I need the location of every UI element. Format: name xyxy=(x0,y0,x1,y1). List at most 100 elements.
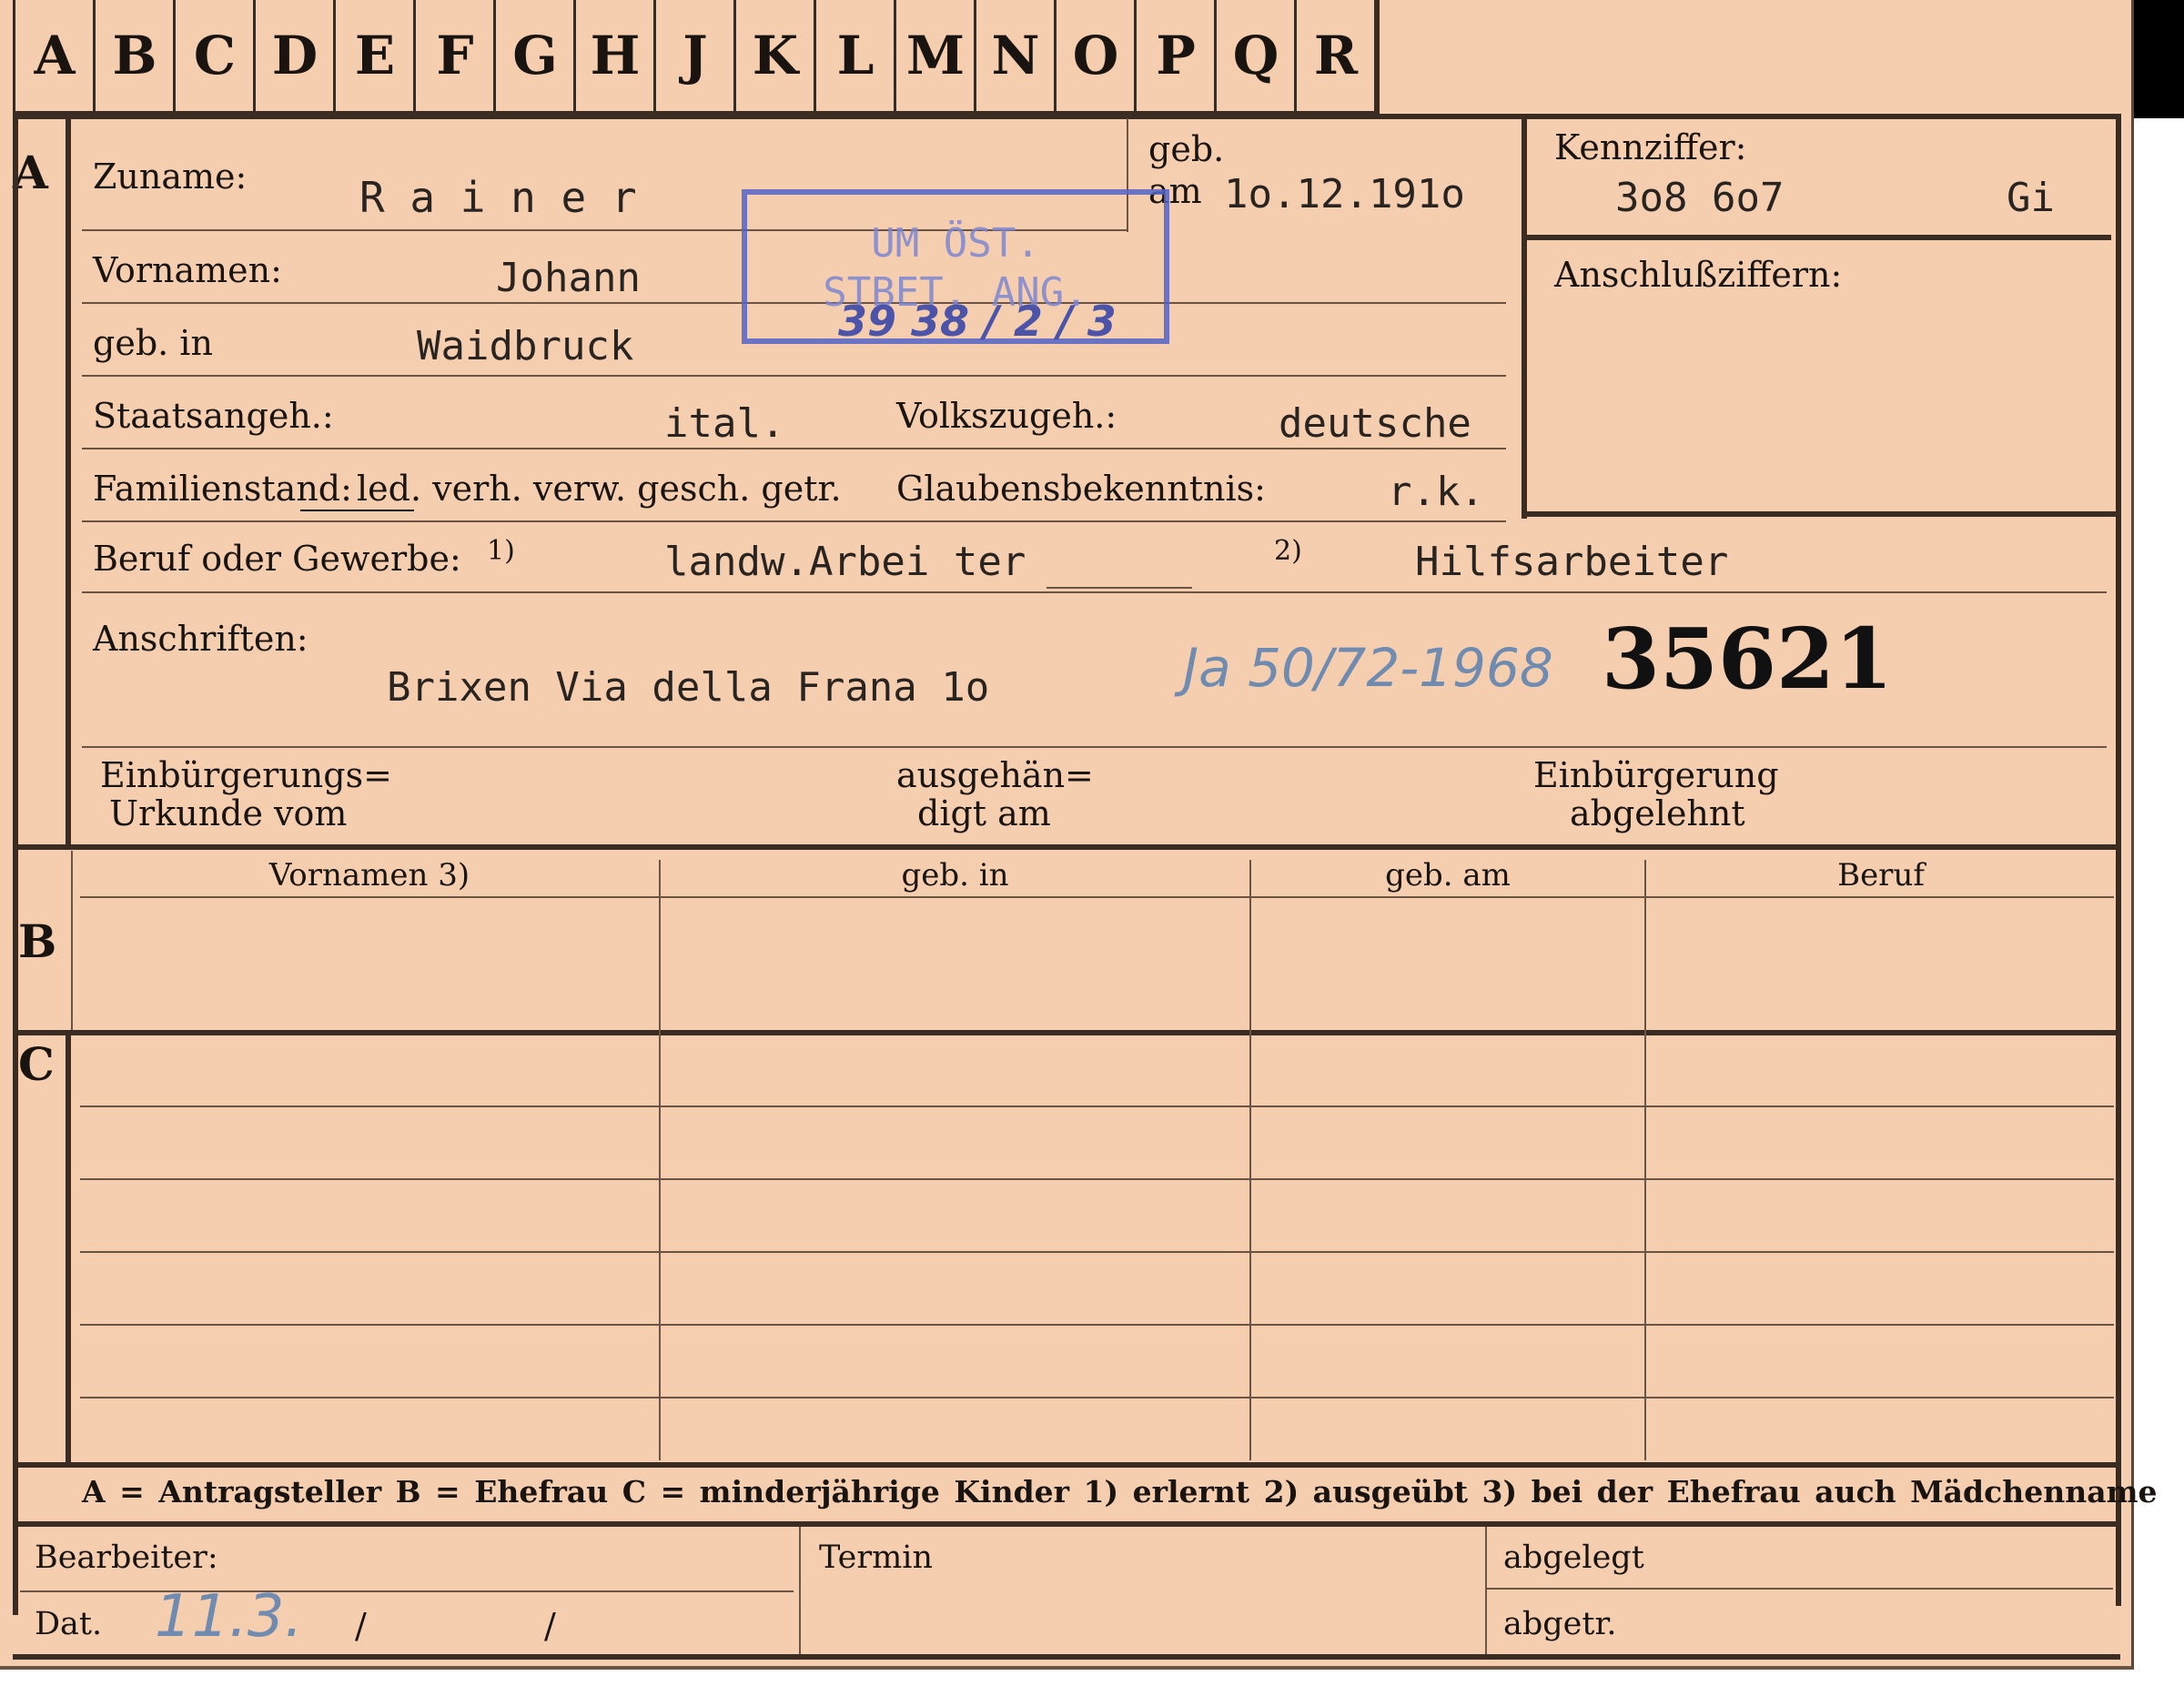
legend-text: A = Antragsteller B = Ehefrau C = minder… xyxy=(82,1474,2158,1509)
abgelegt-label: abgelegt xyxy=(1503,1540,1644,1576)
top-border xyxy=(13,114,2120,119)
alphabet-tab-q[interactable]: Q xyxy=(1214,0,1295,114)
geb-label: geb. xyxy=(1148,129,1225,169)
abgetr-label: abgetr. xyxy=(1503,1606,1617,1642)
glaubens-label: Glaubensbekenntnis: xyxy=(896,469,1266,509)
geb-am-value: 1o.12.191o xyxy=(1224,171,1465,217)
rubber-stamp: UM ÖST. STBET. ANG. 39 38 / 2 / 3 xyxy=(742,189,1169,346)
table-col-divider-3 xyxy=(1644,860,1646,1460)
termin-label: Termin xyxy=(819,1540,933,1576)
dat-separator-1: / xyxy=(355,1606,367,1646)
footer-line-left xyxy=(20,1590,794,1592)
einbuergerung-abgelehnt-line2: abgelehnt xyxy=(1570,793,1745,833)
table-row-line xyxy=(80,1397,2114,1398)
row-line-anschriften xyxy=(82,746,2107,748)
familienstand-underline xyxy=(300,510,414,511)
section-b-left-border xyxy=(71,851,73,1033)
table-row-line xyxy=(80,1324,2114,1326)
kennziffer-box-left xyxy=(1522,118,1527,519)
legend-top-border xyxy=(13,1462,2120,1468)
volkszugeh-label: Volkszugeh.: xyxy=(896,396,1117,436)
beruf-note-2: 2) xyxy=(1274,535,1302,567)
familienstand-label: Familienstand: xyxy=(93,469,352,509)
glaubens-value: r.k. xyxy=(1388,469,1484,515)
beruf-label: Beruf oder Gewerbe: xyxy=(93,539,461,579)
table-row-line xyxy=(80,1178,2114,1180)
table-col-divider-2 xyxy=(1249,860,1251,1460)
alphabet-tab-b[interactable]: B xyxy=(93,0,174,114)
beruf-value-1: landw.Arbei ter xyxy=(664,539,1026,585)
dat-separator-2: / xyxy=(544,1606,556,1646)
right-border xyxy=(2116,114,2121,1606)
alphabet-tab-r[interactable]: R xyxy=(1294,0,1375,114)
beruf-value-2: Hilfsarbeiter xyxy=(1415,539,1729,585)
kennziffer-box-divider xyxy=(1522,235,2111,240)
einbuergerung-urkunde-line1: Einbürgerungs= xyxy=(100,755,392,795)
alphabet-tab-m[interactable]: M xyxy=(894,0,975,114)
footer-divider-2 xyxy=(1485,1527,1487,1659)
table-header-line xyxy=(80,896,2114,898)
alphabet-tab-p[interactable]: P xyxy=(1134,0,1215,114)
alphabet-tab-j[interactable]: J xyxy=(653,0,734,114)
index-card: ABCDEFGHJKLMNOPQR A B C Zuname: R a i n … xyxy=(0,0,2158,1670)
stamp-handwritten-number: 39 38 / 2 / 3 xyxy=(838,297,1117,346)
beruf-underline xyxy=(1046,587,1192,589)
alphabet-tab-o[interactable]: O xyxy=(1054,0,1135,114)
kennziffer-suffix: Gi xyxy=(2007,175,2055,221)
anschriften-label: Anschriften: xyxy=(93,619,308,659)
dat-label: Dat. xyxy=(35,1606,103,1642)
footer-divider-1 xyxy=(799,1527,801,1659)
alphabet-tab-a[interactable]: A xyxy=(13,0,94,114)
stamp-line-1: UM ÖST. xyxy=(871,220,1040,267)
einbuergerung-urkunde-line2: Urkunde vom xyxy=(109,793,348,833)
table-header-geb-am: geb. am xyxy=(1385,857,1511,893)
row-line-staat xyxy=(82,448,1506,449)
row-line-beruf xyxy=(82,591,2107,593)
section-letter-c: C xyxy=(18,1037,55,1091)
alphabet-tab-d[interactable]: D xyxy=(253,0,334,114)
volkszugeh-value: deutsche xyxy=(1279,400,1471,447)
table-header-vornamen: Vornamen 3) xyxy=(268,857,470,893)
familienstand-options: led. verh. verw. gesch. getr. xyxy=(357,469,842,509)
einbuergerung-abgelehnt-line1: Einbürgerung xyxy=(1533,755,1779,795)
kennziffer-box-bottom xyxy=(1522,511,2116,517)
row-line-geb-in xyxy=(82,375,1506,377)
file-number-stamp: 35621 xyxy=(1602,610,1894,708)
alphabet-tab-g[interactable]: G xyxy=(493,0,574,114)
alphabet-tab-e[interactable]: E xyxy=(333,0,414,114)
ausgehaendigt-line1: ausgehän= xyxy=(896,755,1094,795)
section-a-left-border xyxy=(66,114,71,846)
vornamen-label: Vornamen: xyxy=(93,250,282,290)
vornamen-value: Johann xyxy=(496,255,641,301)
kennziffer-value: 3o8 6o7 xyxy=(1615,175,1785,221)
left-border xyxy=(13,114,18,1615)
section-c-left-border xyxy=(66,1033,71,1465)
alphabet-tab-f[interactable]: F xyxy=(413,0,494,114)
table-row-line xyxy=(80,1251,2114,1253)
alphabet-tab-n[interactable]: N xyxy=(974,0,1055,114)
staatsangeh-label: Staatsangeh.: xyxy=(93,396,334,436)
scan-background-white xyxy=(2134,118,2184,1686)
alphabet-tab-k[interactable]: K xyxy=(733,0,814,114)
zuname-label: Zuname: xyxy=(93,156,248,197)
zuname-value: R a i n e r xyxy=(359,173,637,222)
ausgehaendigt-line2: digt am xyxy=(917,793,1051,833)
legend-bottom-border xyxy=(13,1521,2120,1527)
alphabet-tab-c[interactable]: C xyxy=(173,0,254,114)
dat-handwritten-value: 11.3. xyxy=(155,1583,303,1651)
geb-in-value: Waidbruck xyxy=(417,323,634,369)
alphabet-tab-row-end xyxy=(1374,0,1380,114)
alphabet-tab-l[interactable]: L xyxy=(814,0,895,114)
bearbeiter-label: Bearbeiter: xyxy=(35,1540,218,1576)
anschriften-value: Brixen Via della Frana 1o xyxy=(387,664,990,711)
table-header-geb-in: geb. in xyxy=(901,857,1009,893)
section-c-top-border xyxy=(13,1030,2120,1035)
anschlussziffern-label: Anschlußziffern: xyxy=(1554,255,1843,295)
beruf-note-1: 1) xyxy=(487,535,515,567)
handwritten-reference: Ja 50/72-1968 xyxy=(1183,637,1553,699)
alphabet-tab-h[interactable]: H xyxy=(573,0,654,114)
geb-in-label: geb. in xyxy=(93,323,213,363)
row-line-familienstand xyxy=(82,520,1506,522)
table-header-beruf: Beruf xyxy=(1837,857,1925,893)
staatsangeh-value: ital. xyxy=(664,400,785,447)
